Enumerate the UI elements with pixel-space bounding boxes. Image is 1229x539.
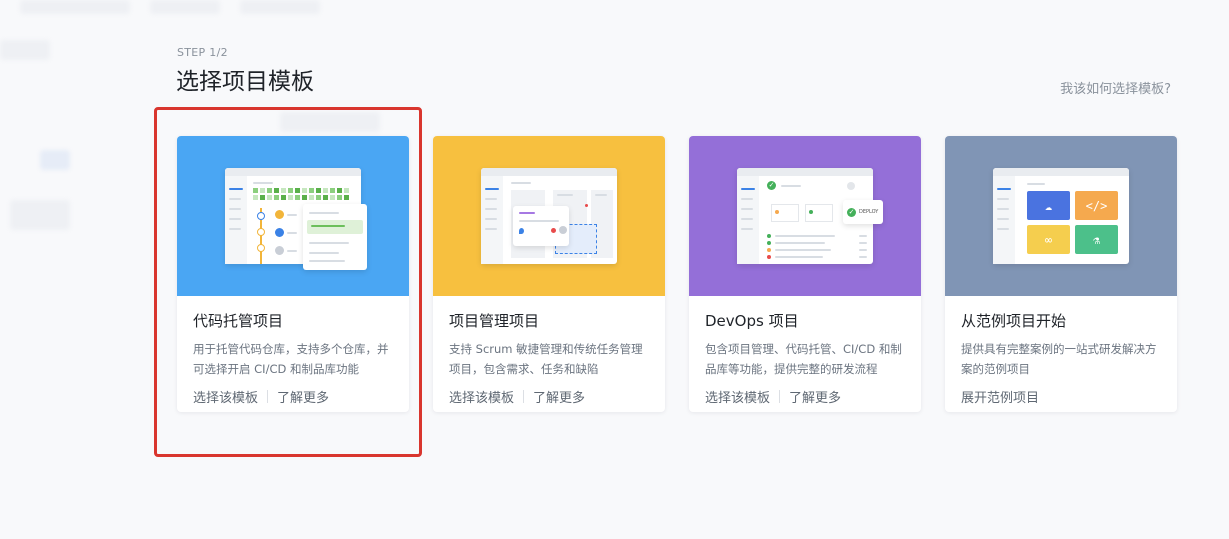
card-title: 项目管理项目: [449, 312, 540, 330]
check-icon: ✓: [847, 207, 856, 217]
select-template-button[interactable]: 选择该模板: [705, 387, 770, 406]
card-title: 从范例项目开始: [961, 312, 1067, 330]
background-ghost: [20, 0, 130, 14]
task-card-illustration: [513, 206, 569, 246]
card-description: 支持 Scrum 敏捷管理和传统任务管理项目，包含需求、任务和缺陷: [449, 342, 643, 376]
select-template-button[interactable]: 选择该模板: [449, 387, 514, 406]
page-title: 选择项目模板: [176, 69, 314, 95]
card-description: 包含项目管理、代码托管、CI/CD 和制品库等功能，提供完整的研发流程: [705, 342, 902, 376]
learn-more-link[interactable]: 了解更多: [533, 387, 585, 406]
learn-more-link[interactable]: 了解更多: [789, 387, 841, 406]
card-description: 提供具有完整案例的一站式研发解决方案的范例项目: [961, 342, 1157, 376]
background-ghost: [240, 0, 320, 14]
infinity-icon: ∞: [1027, 225, 1070, 254]
check-icon: ✓: [767, 181, 776, 190]
card-illustration: ☁ </> ∞ ⚗: [945, 136, 1177, 296]
action-divider: [779, 390, 781, 403]
template-card-sample-project[interactable]: ☁ </> ∞ ⚗ 从范例项目开始 提供具有完整案例的一站式研发解决方案的范例项…: [945, 136, 1177, 412]
cloud-icon: ☁: [1027, 191, 1070, 220]
card-illustration: ✓ ✓ DEPLOY: [689, 136, 921, 296]
help-link[interactable]: 我该如何选择模板?: [1060, 78, 1171, 97]
card-illustration: [433, 136, 665, 296]
deploy-badge: ✓ DEPLOY: [843, 200, 883, 224]
template-card-project-management[interactable]: 项目管理项目 支持 Scrum 敏捷管理和传统任务管理项目，包含需求、任务和缺陷…: [433, 136, 665, 412]
expand-samples-button[interactable]: 展开范例项目: [961, 387, 1039, 406]
sample-project-illustration: ☁ </> ∞ ⚗: [993, 168, 1129, 264]
step-indicator: STEP 1/2: [177, 46, 228, 59]
template-card-devops[interactable]: ✓ ✓ DEPLOY DevOps 项目 包含项目管理、代码托管、CI/CD 和…: [689, 136, 921, 412]
selection-highlight: [154, 107, 422, 457]
background-ghost: [10, 200, 70, 230]
background-ghost: [150, 0, 220, 14]
background-ghost: [0, 40, 50, 60]
background-ghost: [40, 150, 70, 170]
card-title: DevOps 项目: [705, 312, 799, 330]
code-icon: </>: [1075, 191, 1118, 220]
flask-icon: ⚗: [1075, 225, 1118, 254]
deploy-badge-label: DEPLOY: [859, 209, 879, 215]
action-divider: [523, 390, 525, 403]
